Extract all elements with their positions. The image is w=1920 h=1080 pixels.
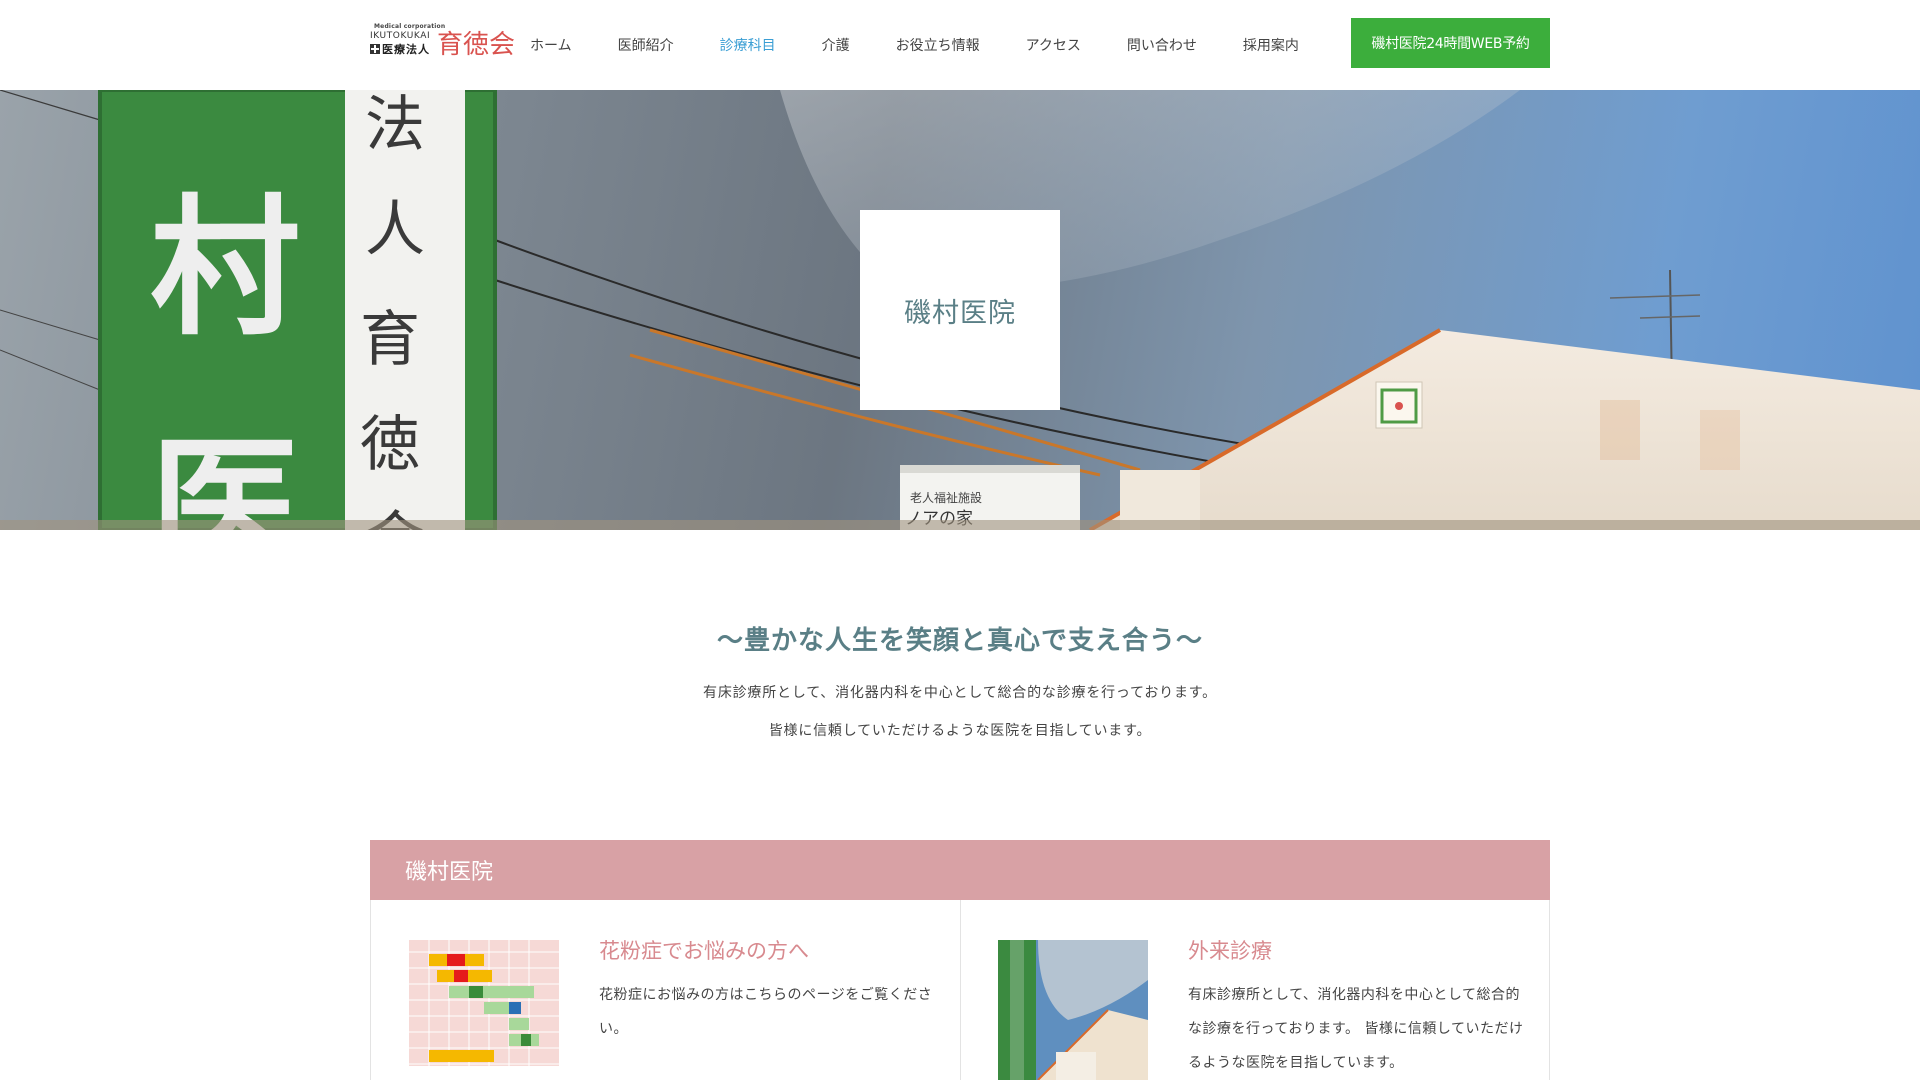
sign-char-1: 法 <box>365 90 425 160</box>
nav-item-useful-info[interactable]: お役立ち情報 <box>896 35 980 55</box>
logo-english-name: IKUTOKUKAI <box>370 31 431 41</box>
nav-item-access[interactable]: アクセス <box>1026 35 1081 55</box>
site-header: Medical corporation IKUTOKUKAI 医療法人 育徳会 … <box>0 0 1920 90</box>
building-sign-text: 老人福祉施設 <box>910 490 982 505</box>
card-title-pollen[interactable]: 花粉症でお悩みの方へ <box>599 935 809 965</box>
nav-item-home[interactable]: ホーム <box>530 35 572 55</box>
main-nav: ホーム 医師紹介 診療科目 介護 お役立ち情報 アクセス 問い合わせ 採用案内 <box>530 0 1345 90</box>
nav-item-doctors[interactable]: 医師紹介 <box>618 35 674 55</box>
logo-brand-name: 育徳会 <box>437 30 516 60</box>
logo-english-tagline: Medical corporation <box>374 23 446 30</box>
pollen-calendar-thumbnail[interactable] <box>409 940 559 1080</box>
section-heading: 磯村医院 <box>370 840 1550 900</box>
hero-title-card: 磯村医院 <box>860 210 1060 410</box>
card-title-outpatient[interactable]: 外来診療 <box>1188 935 1272 965</box>
card-text-outpatient: 有床診療所として、消化器内科を中心として総合的な診療を行っております。 皆様に信… <box>1188 987 1524 1071</box>
sign-char-2: 人 <box>365 195 425 265</box>
logo-cross-icon <box>370 44 380 54</box>
nav-item-departments[interactable]: 診療科目 <box>720 35 776 55</box>
card-text-pollen: 花粉症にお悩みの方はこちらのページをご覧ください。 <box>599 987 933 1037</box>
logo-corporation-label: 医療法人 <box>382 43 430 56</box>
section-cards: 花粉症でお悩みの方へ 花粉症にお悩みの方はこちらのページをご覧ください。 外来診… <box>370 900 1550 1080</box>
web-reservation-button[interactable]: 磯村医院24時間WEB予約 <box>1351 18 1550 68</box>
nav-item-contact[interactable]: 問い合わせ <box>1127 35 1197 55</box>
sign-char-3: 育 <box>360 305 420 375</box>
sign-big-char-1: 村 <box>150 182 300 356</box>
card-divider <box>960 900 961 1080</box>
intro-text-line-1: 有床診療所として、消化器内科を中心として総合的な診療を行っております。 <box>703 685 1217 701</box>
catchphrase: ～豊かな人生を笑顔と真心で支え合う～ <box>716 626 1203 656</box>
site-logo[interactable]: Medical corporation IKUTOKUKAI 医療法人 育徳会 <box>370 22 518 62</box>
intro-text-line-2: 皆様に信頼していただけるような医院を目指しています。 <box>768 723 1152 739</box>
nav-item-care[interactable]: 介護 <box>822 35 850 55</box>
sign-char-4: 徳 <box>360 410 420 480</box>
sign-big-char-2: 医 <box>150 422 300 530</box>
hero-banner: 老人福祉施設 ノアの家 村 医 法 人 育 徳 会 磯村医院 <box>0 90 1920 530</box>
hero-title: 磯村医院 <box>904 297 1016 329</box>
nav-item-recruit[interactable]: 採用案内 <box>1243 35 1299 55</box>
clinic-photo-thumbnail[interactable] <box>998 940 1148 1080</box>
